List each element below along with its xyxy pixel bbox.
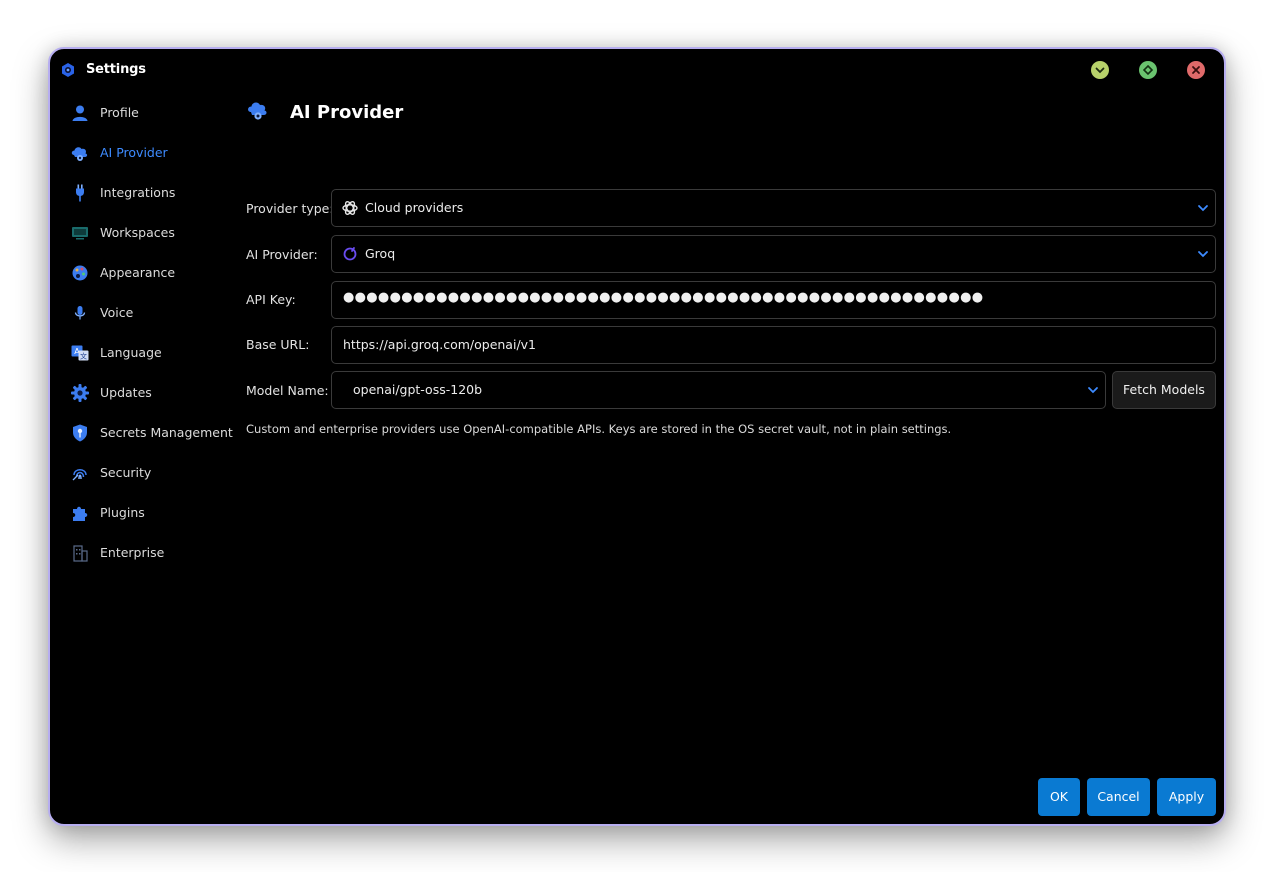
palette-icon xyxy=(72,265,88,281)
ai-provider-select[interactable]: Groq xyxy=(331,235,1216,273)
sidebar-item-integrations[interactable]: Integrations xyxy=(50,179,240,207)
ok-button[interactable]: OK xyxy=(1038,778,1080,816)
ai-provider-value: Groq xyxy=(365,246,396,261)
sidebar-item-label: Language xyxy=(100,345,162,360)
base-url-value: https://api.groq.com/openai/v1 xyxy=(343,337,536,352)
sidebar-item-workspaces[interactable]: Workspaces xyxy=(50,219,240,247)
maximize-button[interactable] xyxy=(1139,61,1157,79)
plug-icon xyxy=(76,184,84,202)
monitor-icon xyxy=(72,227,88,240)
sidebar-item-ai-provider[interactable]: AI Provider xyxy=(50,139,240,167)
chevron-down-icon xyxy=(1095,67,1105,74)
provider-type-label: Provider type: xyxy=(246,201,334,216)
api-key-value: ●●●●●●●●●●●●●●●●●●●●●●●●●●●●●●●●●●●●●●●●… xyxy=(343,290,984,305)
cloud-gear-icon xyxy=(71,147,88,161)
sidebar-item-label: Plugins xyxy=(100,505,145,520)
settings-window: Settings Profile AI Provider Integration… xyxy=(48,47,1226,826)
close-icon xyxy=(1192,66,1200,74)
sidebar-item-label: Secrets Management xyxy=(100,425,233,440)
sidebar-item-appearance[interactable]: Appearance xyxy=(50,259,240,287)
sidebar-item-label: Appearance xyxy=(100,265,176,280)
sidebar-item-updates[interactable]: Updates xyxy=(50,379,240,407)
sidebar-item-language[interactable]: A 文 Language xyxy=(50,339,240,367)
sidebar-item-label: Security xyxy=(100,465,152,480)
cancel-button[interactable]: Cancel xyxy=(1087,778,1150,816)
sidebar-item-label: Workspaces xyxy=(100,225,175,240)
close-button[interactable] xyxy=(1187,61,1205,79)
cloud-gear-icon xyxy=(248,102,267,120)
sidebar-item-label: Voice xyxy=(100,305,134,320)
sidebar-item-security[interactable]: Security xyxy=(50,459,240,487)
chevron-down-icon xyxy=(1088,387,1098,394)
base-url-label: Base URL: xyxy=(246,337,310,352)
hint-text: Custom and enterprise providers use Open… xyxy=(246,422,952,436)
title-bar: Settings xyxy=(50,49,1224,93)
minimize-button[interactable] xyxy=(1091,61,1109,79)
model-name-label: Model Name: xyxy=(246,383,329,398)
model-name-value: openai/gpt-oss-120b xyxy=(353,382,483,397)
sidebar-item-label: Profile xyxy=(100,105,139,120)
settings-content: AI Provider Provider type: Cloud provide… xyxy=(244,95,1224,824)
chevron-down-icon xyxy=(1198,205,1208,212)
base-url-input[interactable]: https://api.groq.com/openai/v1 xyxy=(331,326,1216,364)
diamond-icon xyxy=(1142,64,1154,76)
sidebar-item-label: Enterprise xyxy=(100,545,165,560)
gear-icon xyxy=(71,384,89,402)
shield-key-icon xyxy=(73,424,87,442)
window-title: Settings xyxy=(86,62,146,77)
chevron-down-icon xyxy=(1198,251,1208,258)
sidebar-item-profile[interactable]: Profile xyxy=(50,99,240,127)
translate-icon: A 文 xyxy=(71,345,89,361)
sidebar-item-label: AI Provider xyxy=(100,145,168,160)
app-icon xyxy=(62,63,74,77)
api-key-input[interactable]: ●●●●●●●●●●●●●●●●●●●●●●●●●●●●●●●●●●●●●●●●… xyxy=(331,281,1216,319)
sidebar-item-label: Integrations xyxy=(100,185,176,200)
building-icon xyxy=(73,545,88,562)
apply-button[interactable]: Apply xyxy=(1157,778,1216,816)
page-title: AI Provider xyxy=(290,102,404,123)
sidebar-item-voice[interactable]: Voice xyxy=(50,299,240,327)
model-name-combobox[interactable]: openai/gpt-oss-120b xyxy=(331,371,1106,409)
provider-type-value: Cloud providers xyxy=(365,200,464,215)
groq-icon xyxy=(343,247,357,261)
provider-type-select[interactable]: Cloud providers xyxy=(331,189,1216,227)
openai-icon xyxy=(342,201,358,215)
microphone-icon xyxy=(74,306,86,320)
sidebar-item-secrets-management[interactable]: Secrets Management xyxy=(50,419,240,447)
puzzle-icon xyxy=(73,506,88,521)
sidebar-item-plugins[interactable]: Plugins xyxy=(50,499,240,527)
svg-text:文: 文 xyxy=(80,352,87,361)
sidebar-item-enterprise[interactable]: Enterprise xyxy=(50,539,240,567)
sidebar-item-label: Updates xyxy=(100,385,152,400)
ai-provider-label: AI Provider: xyxy=(246,247,318,262)
fetch-models-button[interactable]: Fetch Models xyxy=(1112,371,1216,409)
fingerprint-icon xyxy=(72,469,87,481)
api-key-label: API Key: xyxy=(246,292,296,307)
user-icon xyxy=(72,105,88,121)
